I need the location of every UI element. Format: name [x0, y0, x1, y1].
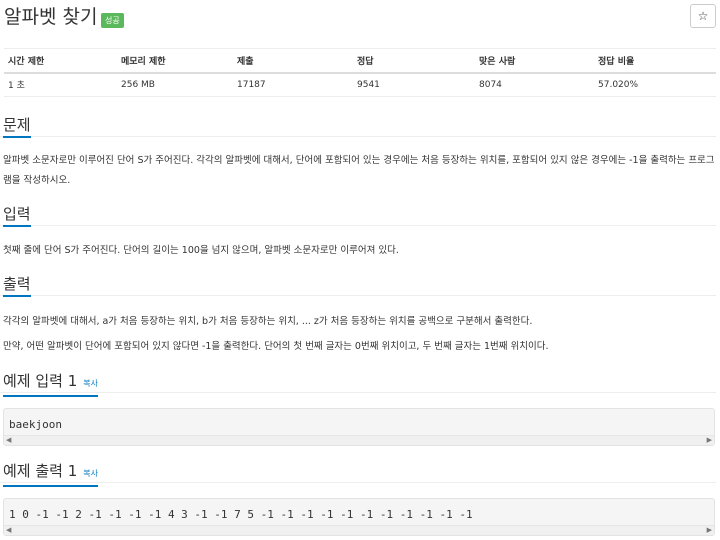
scroll-right-arrow-icon[interactable]: ▶	[707, 526, 712, 535]
problem-info-table: 시간 제한 메모리 제한 제출 정답 맞은 사람 정답 비율 1 초 256 M…	[4, 48, 716, 97]
status-badge: 성공	[101, 13, 124, 28]
sample-input-scrollbar[interactable]: ◀ ▶	[4, 435, 714, 445]
sample-output-code: 1 0 -1 -1 2 -1 -1 -1 -1 4 3 -1 -1 7 5 -1…	[9, 508, 473, 521]
header-submissions: 제출	[233, 48, 353, 74]
sample-output-code-box: 1 0 -1 -1 2 -1 -1 -1 -1 4 3 -1 -1 7 5 -1…	[3, 498, 715, 536]
page-title: 알파벳 찾기	[4, 6, 98, 28]
output-section-header: 출력	[0, 272, 716, 297]
solved-users-value: 8074	[475, 72, 594, 97]
accept-ratio-value: 57.020%	[594, 72, 716, 97]
sample-output-title-wrap: 예제 출력 1 복사	[3, 461, 99, 487]
sample-output-scrollbar[interactable]: ◀ ▶	[4, 525, 714, 535]
input-section-header: 입력	[0, 202, 716, 227]
sample-input-title-wrap: 예제 입력 1 복사	[3, 371, 99, 397]
output-description-2: 만약, 어떤 알파벳이 단어에 포함되어 있지 않다면 -1을 출력한다. 단어…	[3, 341, 549, 352]
sample-input-title: 예제 입력 1	[3, 372, 78, 390]
header-memory-limit: 메모리 제한	[117, 48, 233, 74]
problem-section-header: 문제	[0, 113, 716, 138]
sample-input-header: 예제 입력 1 복사	[0, 369, 716, 397]
copy-sample-output-link[interactable]: 복사	[83, 469, 98, 478]
star-icon: ☆	[697, 9, 709, 23]
sample-input-code: baekjoon	[9, 418, 62, 431]
scroll-right-arrow-icon[interactable]: ▶	[707, 436, 712, 445]
favorite-star-button[interactable]: ☆	[690, 4, 716, 28]
copy-sample-input-link[interactable]: 복사	[83, 379, 98, 388]
output-description-1: 각각의 알파벳에 대해서, a가 처음 등장하는 위치, b가 처음 등장하는 …	[3, 316, 533, 327]
sample-output-title: 예제 출력 1	[3, 462, 78, 480]
input-section-title: 입력	[3, 204, 31, 227]
table-header-row: 시간 제한 메모리 제한 제출 정답 맞은 사람 정답 비율	[4, 48, 716, 74]
scroll-left-arrow-icon[interactable]: ◀	[6, 436, 11, 445]
header-solved-users: 맞은 사람	[475, 48, 594, 74]
output-section-title: 출력	[3, 274, 31, 297]
memory-limit-value: 256 MB	[117, 72, 233, 97]
problem-description: 알파벳 소문자로만 이루어진 단어 S가 주어진다. 각각의 알파벳에 대해서,…	[3, 155, 715, 186]
problem-header: 알파벳 찾기 성공 ☆	[4, 4, 716, 36]
time-limit-value: 1 초	[4, 72, 117, 97]
header-accept-ratio: 정답 비율	[594, 48, 716, 74]
accepted-value: 9541	[353, 72, 475, 97]
table-row: 1 초 256 MB 17187 9541 8074 57.020%	[4, 72, 716, 97]
submissions-value: 17187	[233, 72, 353, 97]
header-time-limit: 시간 제한	[4, 48, 117, 74]
input-description: 첫째 줄에 단어 S가 주어진다. 단어의 길이는 100을 넘지 않으며, 알…	[3, 245, 399, 256]
sample-input-code-box: baekjoon ◀ ▶	[3, 408, 715, 446]
scroll-left-arrow-icon[interactable]: ◀	[6, 526, 11, 535]
problem-section-title: 문제	[3, 115, 31, 138]
sample-output-header: 예제 출력 1 복사	[0, 459, 716, 487]
header-accepted: 정답	[353, 48, 475, 74]
